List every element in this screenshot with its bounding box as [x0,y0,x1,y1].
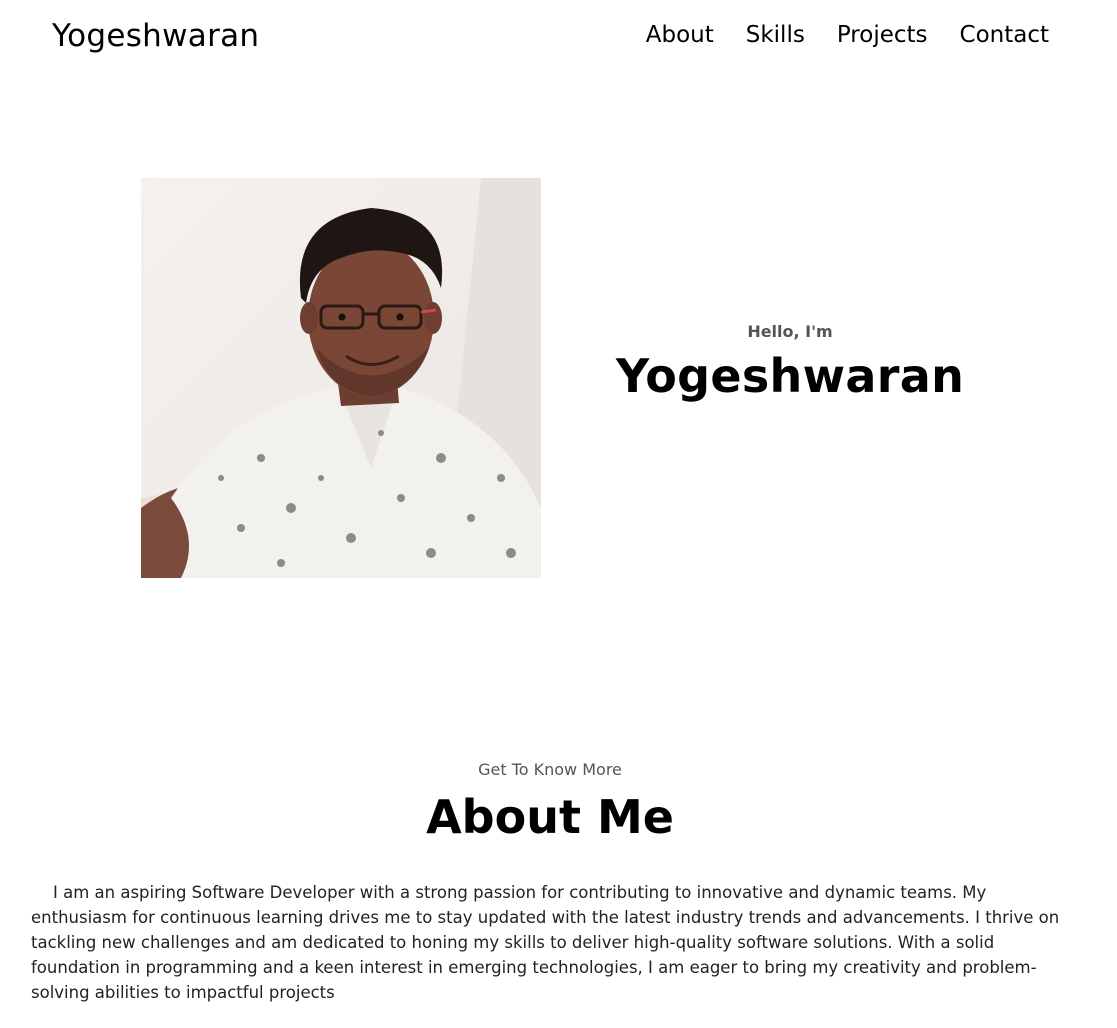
nav-item-skills: Skills [746,22,805,48]
nav-links: About Skills Projects Contact [646,22,1049,48]
about-subtitle: Get To Know More [478,760,622,779]
hero-text: Hello, I'm Yogeshwaran [561,322,1019,403]
nav-item-about: About [646,22,714,48]
about-description: I am an aspiring Software Developer with… [31,883,1060,1002]
hero-name: Yogeshwaran [615,349,965,403]
nav-link-about[interactable]: About [646,22,714,48]
nav-link-skills[interactable]: Skills [746,22,805,48]
site-logo[interactable]: Yogeshwaran [52,18,259,54]
about-title: About Me [426,790,674,844]
profile-photo-illustration [141,178,541,578]
hero-greeting: Hello, I'm [747,322,833,341]
nav-link-contact[interactable]: Contact [960,22,1049,48]
navbar: Yogeshwaran About Skills Projects Contac… [0,0,1117,76]
nav-link-projects[interactable]: Projects [837,22,928,48]
profile-photo [141,178,541,578]
nav-item-contact: Contact [960,22,1049,48]
nav-item-projects: Projects [837,22,928,48]
